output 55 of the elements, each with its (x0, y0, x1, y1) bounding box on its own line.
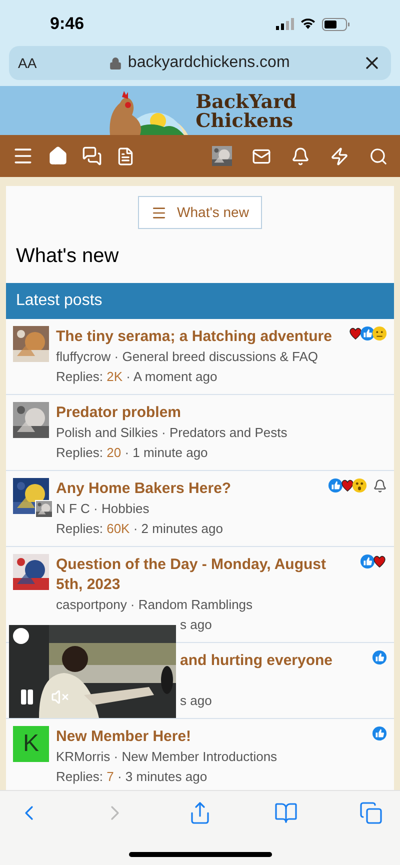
surprised-face-icon (352, 478, 367, 493)
heart-icon (340, 478, 355, 493)
logo-text: BackYard (196, 93, 296, 112)
reply-info: Replies: 2K · A moment ago (56, 368, 218, 386)
text-size-button[interactable]: AA (18, 52, 37, 74)
neutral-face-icon (372, 326, 387, 341)
post-title-link[interactable]: Predator problem (56, 403, 380, 423)
logo-text: Chickens (196, 112, 294, 131)
bell-icon[interactable] (291, 146, 310, 166)
document-icon[interactable] (116, 146, 135, 166)
post-meta: Polish and Silkies · Predators and Pests (56, 424, 288, 442)
post-title-link[interactable]: and hurting everyone (180, 651, 365, 671)
letter-avatar[interactable]: K (13, 726, 49, 762)
share-icon[interactable] (188, 801, 212, 825)
whats-new-button[interactable]: What's new (138, 196, 262, 229)
post-title-link[interactable]: The tiny serama; a Hatching adventure (56, 327, 341, 347)
status-time: 9:46 (50, 13, 84, 36)
lock-icon (108, 56, 122, 70)
thumbs-up-icon (360, 554, 375, 569)
mail-icon[interactable] (252, 146, 271, 166)
post-title-link[interactable]: Question of the Day - Monday, August 5th, 2023 (56, 555, 353, 595)
tabs-icon[interactable] (359, 801, 383, 825)
post-meta: N F C · Hobbies (56, 500, 150, 518)
post-meta: KRMorris · New Member Introductions (56, 748, 278, 766)
thumbs-up-icon (328, 478, 343, 493)
heart-icon (348, 326, 363, 341)
reply-time: s ago (180, 616, 213, 634)
search-icon[interactable] (369, 146, 388, 166)
lightning-icon[interactable] (330, 146, 349, 166)
post-title-link[interactable]: New Member Here! (56, 727, 365, 747)
post-meta: casportpony · Random Ramblings (56, 596, 254, 614)
thumbs-up-icon (372, 650, 387, 665)
user-avatar[interactable] (212, 146, 232, 166)
reply-info: Replies: 20 · 1 minute ago (56, 444, 209, 462)
url-text: backyardchickens.com (128, 53, 290, 73)
chat-icon[interactable] (82, 146, 102, 166)
thumbs-up-icon (360, 326, 375, 341)
post-meta: fluffycrow · General breed discussions & FAQ (56, 348, 320, 366)
post-title-link[interactable]: Any Home Bakers Here? (56, 479, 321, 499)
battery-icon (322, 18, 350, 30)
wifi-icon (300, 18, 316, 30)
thumbs-up-icon (372, 726, 387, 741)
bell-icon[interactable] (373, 479, 387, 493)
pause-icon[interactable] (18, 688, 36, 706)
signal-icon (276, 18, 294, 30)
home-icon[interactable] (48, 146, 68, 166)
reply-info: Replies: 60K · 2 minutes ago (56, 520, 224, 538)
reply-time: s ago (180, 692, 213, 710)
page-heading: What's new (15, 244, 120, 269)
address-bar[interactable]: AA backyardchickens.com (9, 46, 391, 80)
menu-icon (151, 204, 168, 220)
reply-info: Replies: 7 · 3 minutes ago (56, 768, 208, 786)
section-header: Latest posts (6, 283, 394, 319)
heart-icon (372, 554, 387, 569)
book-icon[interactable] (274, 801, 298, 825)
